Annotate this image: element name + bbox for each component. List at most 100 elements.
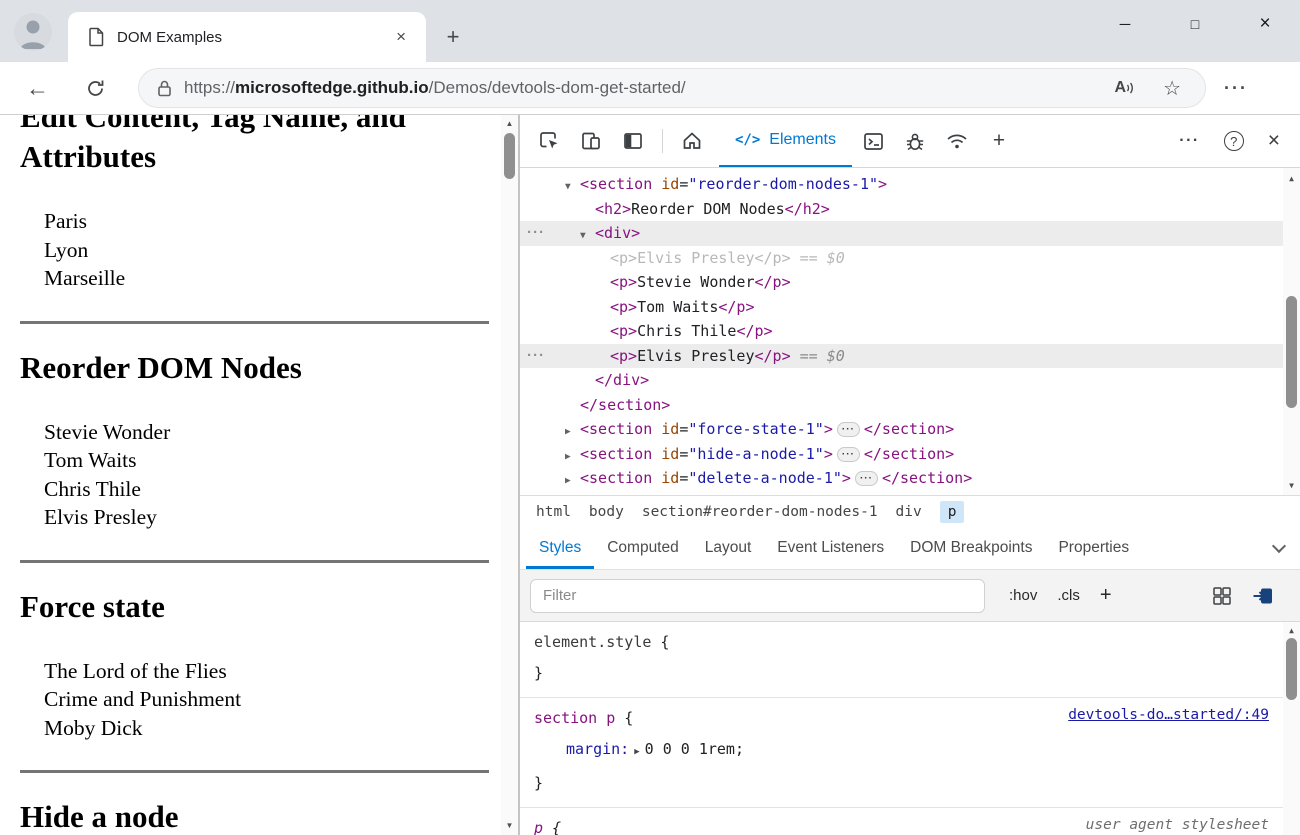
css-declaration[interactable]: margin: ▶ 0 0 0 1rem; [534,734,1269,768]
new-tab-button[interactable]: + [438,22,468,52]
home-icon[interactable] [671,115,713,167]
browser-menu-icon[interactable]: ··· [1224,78,1248,99]
tab-title: DOM Examples [117,29,388,46]
devtools-more-icon[interactable]: ··· [1167,132,1211,150]
tab-close-icon[interactable]: × [388,25,414,49]
toggle-element-classes-button[interactable]: .cls [1047,581,1090,610]
help-icon[interactable]: ? [1224,131,1244,151]
breadcrumb-item[interactable]: body [589,504,624,520]
add-tool-icon[interactable]: + [978,115,1020,167]
dom-token: </p> [736,322,772,340]
dom-tree-row[interactable]: ▶<section id="hide-a-node-1">···</sectio… [520,442,1283,467]
back-icon[interactable]: ← [26,75,49,102]
breadcrumb-item[interactable]: div [896,504,922,520]
dom-tree-rows: ▼<section id="reorder-dom-nodes-1"><h2>R… [520,172,1283,495]
dom-tree-row[interactable]: </div> [520,368,1283,393]
scroll-up-icon[interactable]: ▲ [501,115,518,131]
style-rule: element.style {} [520,622,1283,698]
dom-tree-row[interactable]: <p>Stevie Wonder</p> [520,270,1283,295]
dom-token: > [1131,494,1140,496]
expand-arrow-icon[interactable]: ▶ [565,494,580,496]
css-property-value[interactable]: 0 0 0 1rem; [645,740,744,758]
profile-avatar[interactable] [14,13,52,51]
new-style-rule-icon[interactable]: + [1090,584,1122,607]
dom-token: </p> [755,273,791,291]
dom-token: "delete-a-node-1" [688,469,842,487]
tab-dom-breakpoints[interactable]: DOM Breakpoints [897,527,1045,569]
close-button[interactable]: × [1230,0,1300,48]
breadcrumb-item[interactable]: section#reorder-dom-nodes-1 [642,504,878,520]
scroll-down-icon[interactable]: ▼ [501,817,518,833]
tab-properties[interactable]: Properties [1045,527,1142,569]
styles-filter-input[interactable] [530,579,985,613]
devtools-close-icon[interactable]: × [1256,129,1292,153]
page-content-sections: Edit Content, Tag Name, and AttributesPa… [0,115,501,835]
grid-icon[interactable] [1212,586,1232,606]
maximize-button[interactable]: □ [1160,0,1230,48]
drag-handle-icon[interactable]: ··· [527,344,545,369]
rule-selector[interactable]: section p [534,709,615,727]
minimize-button[interactable]: ─ [1090,0,1160,48]
dom-tree-row[interactable]: <h2>Reorder DOM Nodes</h2> [520,197,1283,222]
dom-tree-row[interactable]: ▶<section id="delete-a-node-1">···</sect… [520,466,1283,491]
dom-tree-row[interactable]: <p>Elvis Presley</p> == $0 [520,246,1283,271]
dom-tree-row[interactable]: <p>Chris Thile</p> [520,319,1283,344]
tab-event-listeners[interactable]: Event Listeners [764,527,897,569]
dom-token: "reference-the-currently-selected-node-w… [688,494,1131,496]
inspect-element-icon[interactable] [528,115,570,167]
rule-header: element.style { [534,627,1269,658]
dom-tree-row[interactable]: ▶<section id="reference-the-currently-se… [520,491,1283,496]
breadcrumb-item[interactable]: html [536,504,571,520]
dom-scrollbar-thumb[interactable] [1286,296,1297,408]
dom-tree-row[interactable]: ···▼<div> [520,221,1283,246]
dom-row-code: ▶<section id="hide-a-node-1">···</sectio… [520,442,954,470]
drag-handle-icon[interactable]: ··· [527,221,545,246]
tab-elements[interactable]: </> Elements [719,115,852,167]
dom-tree-row[interactable]: ···<p>Elvis Presley</p> == $0 [520,344,1283,369]
breadcrumb-item[interactable]: p [940,501,965,523]
breadcrumb-bar: html body section#reorder-dom-nodes-1 div p [520,495,1300,527]
styles-scrollbar-thumb[interactable] [1286,638,1297,700]
chevron-down-icon[interactable] [1272,539,1286,553]
tab-layout[interactable]: Layout [692,527,765,569]
rule-selector[interactable]: element.style [534,633,651,651]
arrow-into-box-icon[interactable] [1252,586,1274,606]
network-conditions-icon[interactable] [936,115,978,167]
dom-tree-row[interactable]: <p>Tom Waits</p> [520,295,1283,320]
inline-expand-icon[interactable]: ··· [855,471,878,486]
scroll-down-icon[interactable]: ▼ [1283,477,1300,493]
dom-token: > [842,469,851,487]
url-text[interactable]: https://microsoftedge.github.io/Demos/de… [184,78,1115,98]
favorites-star-icon[interactable]: ☆ [1163,76,1181,101]
scroll-up-icon[interactable]: ▲ [1283,170,1300,186]
dom-tree-row[interactable]: </section> [520,393,1283,418]
dock-side-icon[interactable] [612,115,654,167]
tab-styles[interactable]: Styles [526,527,594,569]
css-property-name[interactable]: margin: [566,740,629,758]
stylesheet-link[interactable]: devtools-do…started/:49 [1068,707,1269,723]
bug-icon[interactable] [894,115,936,167]
inline-expand-icon[interactable]: ··· [837,422,860,437]
page-scrollbar[interactable]: ▲ ▼ [501,115,518,835]
toggle-hover-state-button[interactable]: :hov [999,581,1047,610]
rule-selector[interactable]: p [534,819,543,835]
dom-tree-row[interactable]: ▶<section id="force-state-1">···</sectio… [520,417,1283,442]
styles-scrollbar[interactable]: ▲ [1283,622,1300,835]
dom-tree-scrollbar[interactable]: ▲ ▼ [1283,168,1300,495]
url-field[interactable]: https://microsoftedge.github.io/Demos/de… [138,68,1206,108]
dom-tree-row[interactable]: ▼<section id="reorder-dom-nodes-1"> [520,172,1283,197]
dom-token: "hide-a-node-1" [688,445,823,463]
inline-expand-icon[interactable]: ··· [837,447,860,462]
scroll-up-icon[interactable]: ▲ [1283,622,1300,638]
read-aloud-icon[interactable]: A [1115,79,1136,97]
device-emulation-icon[interactable] [570,115,612,167]
refresh-icon[interactable] [85,78,106,99]
shorthand-expand-icon[interactable]: ▶ [634,737,639,768]
devtools-toolbar-right: ··· ? × [1167,115,1300,167]
console-icon[interactable] [852,115,894,167]
page-scrollbar-thumb[interactable] [504,133,515,179]
dom-row-code: ▶<section id="reference-the-currently-se… [520,491,1171,496]
lock-icon[interactable] [157,79,172,97]
tab-computed[interactable]: Computed [594,527,692,569]
browser-tab[interactable]: DOM Examples × [68,12,426,62]
